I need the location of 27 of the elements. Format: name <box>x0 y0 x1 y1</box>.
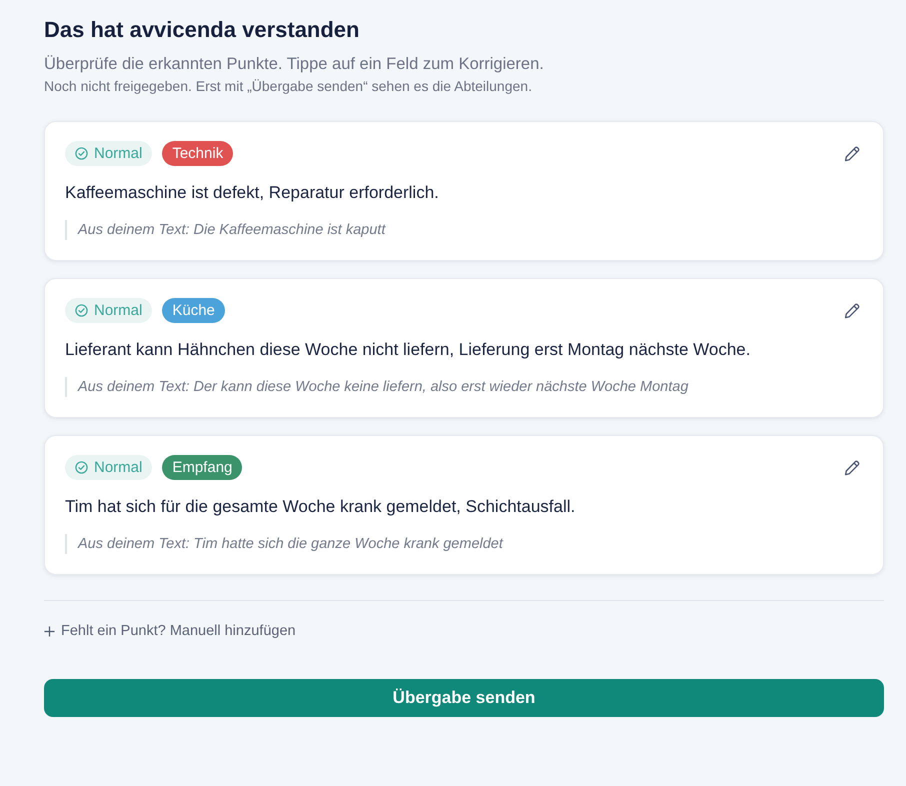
edit-button[interactable] <box>844 302 860 318</box>
department-tag: Technik <box>162 141 234 166</box>
page-title: Das hat avvicenda verstanden <box>44 16 360 44</box>
department-tag: Empfang <box>162 455 242 480</box>
source-quote: Aus deinem Text: Die Kaffeemaschine ist kaputt <box>65 220 863 240</box>
item-summary[interactable]: Tim hat sich für die gesamte Woche krank gemeldet, Schichtausfall. <box>65 495 863 519</box>
source-quote: Aus deinem Text: Der kann diese Woche keine liefern, also erst wieder nächste Woche Montag <box>65 377 863 397</box>
check-circle-icon <box>75 461 88 474</box>
priority-label: Normal <box>94 144 142 164</box>
priority-label: Normal <box>94 458 142 478</box>
pencil-icon <box>844 302 860 318</box>
item-summary[interactable]: Kaffeemaschine ist defekt, Reparatur erforderlich. <box>65 181 863 205</box>
add-item-link[interactable]: Fehlt ein Punkt? Manuell hinzufügen <box>44 621 296 641</box>
release-note: Noch nicht freigegeben. Erst mit „Übergabe senden“ sehen es die Abteilungen. <box>44 77 533 95</box>
edit-button[interactable] <box>844 460 860 476</box>
pencil-icon <box>844 146 860 162</box>
pencil-icon <box>844 460 860 476</box>
plus-icon <box>44 626 55 636</box>
check-circle-icon <box>75 304 88 317</box>
priority-label: Normal <box>94 301 142 321</box>
source-quote: Aus deinem Text: Tim hatte sich die ganze Woche krank gemeldet <box>65 534 863 554</box>
edit-button[interactable] <box>844 146 860 162</box>
subtitle-text: Überprüfe die erkannten Punkte. Tippe auf ein Feld zum Korrigieren. <box>44 54 545 75</box>
submit-button[interactable]: Übergabe senden <box>44 678 884 716</box>
department-tag: Küche <box>162 298 225 323</box>
item-summary[interactable]: Lieferant kann Hähnchen diese Woche nicht liefern, Lieferung erst Montag nächste Woche. <box>65 338 863 362</box>
check-circle-icon <box>75 147 88 160</box>
